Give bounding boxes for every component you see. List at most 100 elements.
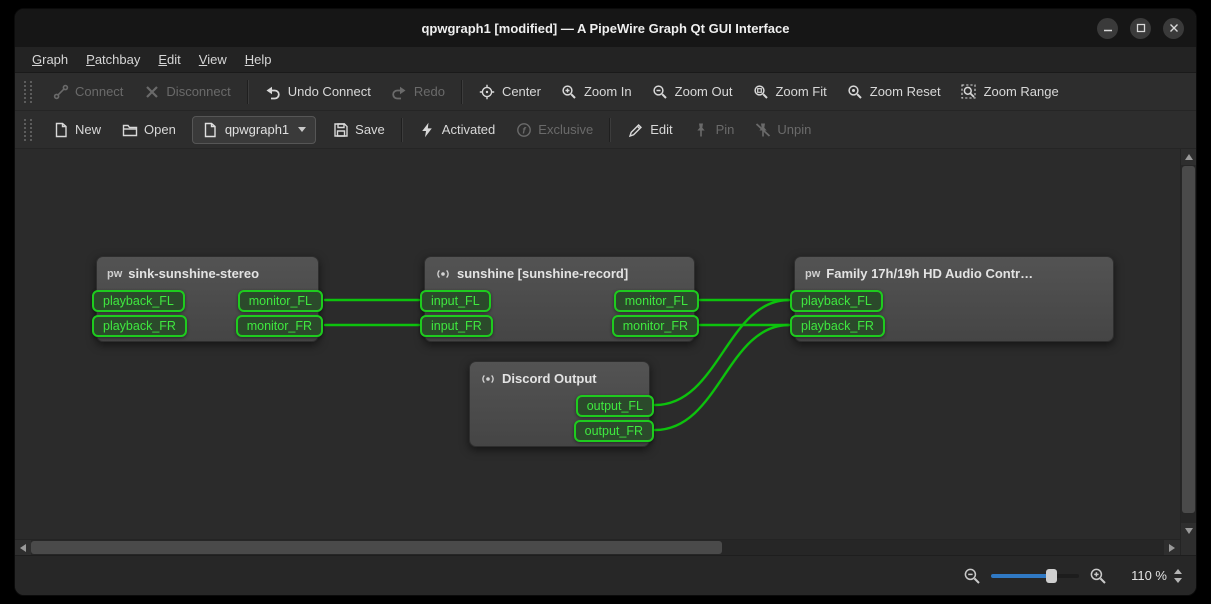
close-icon [1169, 23, 1179, 33]
port-sink-monitor-fr[interactable]: monitor_FR [236, 315, 323, 337]
node-title: Family 17h/19h HD Audio Contr… [826, 266, 1033, 281]
activated-button[interactable]: Activated [410, 115, 504, 145]
center-label: Center [502, 84, 541, 99]
edit-button[interactable]: Edit [618, 115, 681, 145]
zoom-out-button[interactable]: Zoom Out [643, 77, 742, 107]
qpwgraph-window: qpwgraph1 [modified] — A PipeWire Graph … [14, 8, 1197, 596]
zoom-slider[interactable] [991, 568, 1079, 584]
horizontal-scroll-track[interactable] [31, 540, 1164, 555]
toolbar-handle[interactable] [24, 81, 32, 103]
minimize-button[interactable] [1097, 18, 1118, 39]
zoom-in-button[interactable]: Zoom In [552, 77, 641, 107]
port-sunshine-monitor-fr[interactable]: monitor_FR [612, 315, 699, 337]
center-button[interactable]: Center [470, 77, 550, 107]
disconnect-label: Disconnect [166, 84, 230, 99]
zoom-range-label: Zoom Range [984, 84, 1059, 99]
undo-connect-button[interactable]: Undo Connect [256, 77, 380, 107]
port-sink-playback-fl[interactable]: playback_FL [92, 290, 185, 312]
toolbar-edit: Connect Disconnect Undo Connect Redo [15, 73, 1196, 111]
redo-icon [391, 83, 408, 100]
node-title: sink-sunshine-stereo [128, 266, 259, 281]
pin-button[interactable]: Pin [684, 115, 744, 145]
activated-label: Activated [442, 122, 495, 137]
port-discord-output-fr[interactable]: output_FR [574, 420, 654, 442]
zoom-spinbox[interactable]: 110 % [1131, 568, 1182, 583]
titlebar[interactable]: qpwgraph1 [modified] — A PipeWire Graph … [15, 9, 1196, 47]
edit-label: Edit [650, 122, 672, 137]
node-header: Discord Output [470, 362, 649, 395]
zoom-reset-button[interactable]: Zoom Reset [838, 77, 950, 107]
scroll-right-arrow[interactable] [1164, 540, 1180, 555]
connect-icon [52, 83, 69, 100]
patchbay-combobox[interactable]: qpwgraph1 [192, 116, 316, 144]
pipewire-icon: pw [107, 268, 122, 280]
save-button[interactable]: Save [323, 115, 394, 145]
horizontal-scrollbar[interactable] [15, 539, 1180, 555]
undo-icon [265, 83, 282, 100]
node-discord-output[interactable]: Discord Output output_FL output_FR [469, 361, 650, 447]
right-triangle-icon [1169, 544, 1175, 552]
menu-patchbay[interactable]: Patchbay [77, 47, 149, 72]
scroll-up-arrow[interactable] [1181, 149, 1196, 165]
pin-label: Pin [716, 122, 735, 137]
open-label: Open [144, 122, 176, 137]
connections-layer [15, 149, 1180, 539]
toolbar-handle[interactable] [24, 119, 32, 141]
zoom-slider-handle[interactable] [1046, 569, 1057, 583]
maximize-button[interactable] [1130, 18, 1151, 39]
chevron-down-icon [298, 127, 306, 132]
spin-up-arrow[interactable] [1174, 569, 1182, 574]
port-sink-monitor-fl[interactable]: monitor_FL [238, 290, 323, 312]
connect-button[interactable]: Connect [43, 77, 132, 107]
spin-down-arrow[interactable] [1174, 578, 1182, 583]
vertical-scroll-thumb[interactable] [1182, 166, 1195, 513]
port-family-playback-fl[interactable]: playback_FL [790, 290, 883, 312]
menu-graph[interactable]: Graph [23, 47, 77, 72]
graph-canvas[interactable]: pw sink-sunshine-stereo playback_FL moni… [15, 149, 1180, 539]
horizontal-scroll-thumb[interactable] [31, 541, 722, 554]
vertical-scroll-track[interactable] [1181, 165, 1196, 523]
new-label: New [75, 122, 101, 137]
up-triangle-icon [1185, 154, 1193, 160]
disconnect-button[interactable]: Disconnect [134, 77, 239, 107]
zoom-fit-label: Zoom Fit [775, 84, 826, 99]
scroll-left-arrow[interactable] [15, 540, 31, 555]
vertical-scrollbar[interactable] [1181, 149, 1196, 539]
zoom-in-icon [561, 83, 578, 100]
node-header: sunshine [sunshine-record] [425, 257, 694, 290]
toolbar-file: New Open qpwgraph1 Save Act [15, 111, 1196, 149]
zoom-value: 110 % [1131, 568, 1167, 583]
patchbay-combobox-value: qpwgraph1 [225, 122, 289, 137]
port-family-playback-fr[interactable]: playback_FR [790, 315, 885, 337]
node-family-hd-audio[interactable]: pw Family 17h/19h HD Audio Contr… playba… [794, 256, 1114, 342]
new-button[interactable]: New [43, 115, 110, 145]
redo-button[interactable]: Redo [382, 77, 454, 107]
zoom-fit-button[interactable]: Zoom Fit [743, 77, 835, 107]
menu-help[interactable]: Help [236, 47, 281, 72]
pin-icon [693, 121, 710, 138]
node-sunshine[interactable]: sunshine [sunshine-record] input_FL moni… [424, 256, 695, 342]
menu-view[interactable]: View [190, 47, 236, 72]
exclusive-button[interactable]: f Exclusive [506, 115, 602, 145]
close-button[interactable] [1163, 18, 1184, 39]
connect-label: Connect [75, 84, 123, 99]
port-sink-playback-fr[interactable]: playback_FR [92, 315, 187, 337]
exclusive-label: Exclusive [538, 122, 593, 137]
zoom-in-label: Zoom In [584, 84, 632, 99]
port-discord-output-fl[interactable]: output_FL [576, 395, 654, 417]
node-sink-sunshine-stereo[interactable]: pw sink-sunshine-stereo playback_FL moni… [96, 256, 319, 342]
unpin-button[interactable]: Unpin [745, 115, 820, 145]
activated-bolt-icon [419, 121, 436, 138]
port-sunshine-input-fr[interactable]: input_FR [420, 315, 493, 337]
edit-pencil-icon [627, 121, 644, 138]
window-title: qpwgraph1 [modified] — A PipeWire Graph … [421, 21, 789, 36]
statusbar: 110 % [15, 555, 1196, 595]
svg-text:f: f [522, 125, 526, 136]
scroll-down-arrow[interactable] [1181, 523, 1196, 539]
menu-edit[interactable]: Edit [149, 47, 189, 72]
zoom-range-button[interactable]: Zoom Range [952, 77, 1068, 107]
port-sunshine-monitor-fl[interactable]: monitor_FL [614, 290, 699, 312]
zoom-in-icon [1089, 567, 1107, 585]
port-sunshine-input-fl[interactable]: input_FL [420, 290, 491, 312]
open-button[interactable]: Open [112, 115, 185, 145]
